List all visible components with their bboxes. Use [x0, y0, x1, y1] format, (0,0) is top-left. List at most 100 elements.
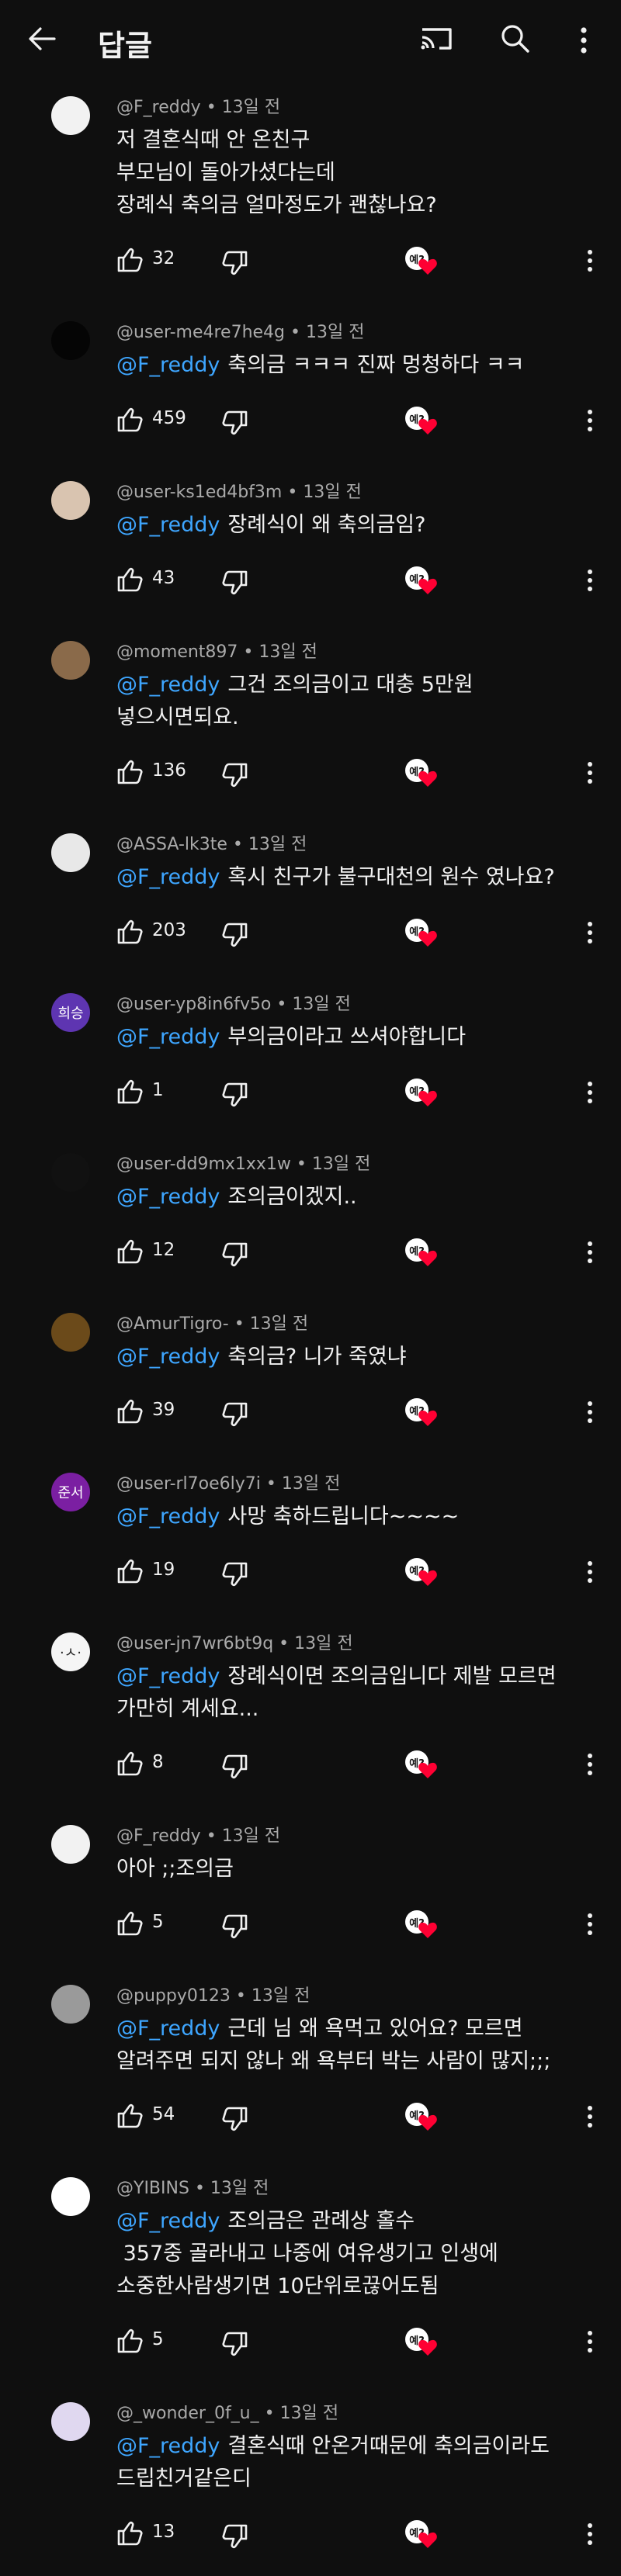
- thumbs-up-icon[interactable]: [116, 759, 144, 785]
- mention-link[interactable]: @F_reddy: [116, 353, 220, 377]
- avatar[interactable]: [51, 833, 90, 872]
- like-count: 8: [152, 1752, 164, 1772]
- search-icon[interactable]: [497, 20, 534, 57]
- mention-link[interactable]: @F_reddy: [116, 673, 220, 697]
- more-vertical-icon[interactable]: [573, 22, 595, 59]
- comment-actions: 5 예?: [116, 2322, 621, 2362]
- avatar[interactable]: [51, 1825, 90, 1864]
- comment-text: 아아 ;;조의금: [116, 1857, 234, 1881]
- thumbs-down-icon[interactable]: [220, 2331, 248, 2357]
- avatar[interactable]: 준서: [51, 1473, 90, 1511]
- comment-actions: 5 예?: [116, 1904, 621, 1944]
- comment-more-icon[interactable]: [582, 245, 598, 276]
- comment-more-icon[interactable]: [582, 1237, 598, 1268]
- avatar[interactable]: [51, 481, 90, 520]
- mention-link[interactable]: @F_reddy: [116, 2017, 220, 2041]
- thumbs-up-icon[interactable]: [116, 1750, 144, 1777]
- comment-author[interactable]: @F_reddy: [116, 1826, 201, 1846]
- comment-actions: 19 예?: [116, 1552, 621, 1592]
- comment-item: @moment897 • 13일 전 @F_reddy 그건 조의금이고 대충 5…: [0, 622, 621, 815]
- avatar[interactable]: [51, 1313, 90, 1352]
- comment-more-icon[interactable]: [582, 1556, 598, 1587]
- comment-author[interactable]: @moment897: [116, 642, 238, 662]
- comment-more-icon[interactable]: [582, 1397, 598, 1428]
- cast-icon[interactable]: [416, 20, 456, 57]
- comment-author[interactable]: @_wonder_0f_u_: [116, 2404, 259, 2423]
- thumbs-down-icon[interactable]: [220, 1754, 248, 1780]
- comment-author[interactable]: @user-me4re7he4g: [116, 323, 285, 342]
- comment-more-icon[interactable]: [582, 1909, 598, 1940]
- comment-author[interactable]: @ASSA-lk3te: [116, 835, 227, 854]
- thumbs-down-icon[interactable]: [220, 1082, 248, 1108]
- thumbs-up-icon[interactable]: [116, 566, 144, 593]
- avatar[interactable]: [51, 1153, 90, 1192]
- comment-text-block: @F_reddy 근데 님 왜 욕먹고 있어요? 모르면 알려주면 되지 않나 왜…: [116, 2013, 621, 2078]
- mention-link[interactable]: @F_reddy: [116, 1025, 220, 1049]
- thumbs-down-icon[interactable]: [220, 2106, 248, 2132]
- thumbs-up-icon[interactable]: [116, 1558, 144, 1584]
- back-arrow-icon[interactable]: [23, 20, 61, 57]
- avatar[interactable]: [51, 2402, 90, 2441]
- comment-author[interactable]: @puppy0123: [116, 1986, 231, 2006]
- comment-more-icon[interactable]: [582, 757, 598, 788]
- comment-meta: @user-jn7wr6bt9q • 13일 전: [116, 1633, 621, 1656]
- mention-link[interactable]: @F_reddy: [116, 513, 220, 537]
- thumbs-up-icon[interactable]: [116, 919, 144, 945]
- thumbs-down-icon[interactable]: [220, 570, 248, 596]
- mention-link[interactable]: @F_reddy: [116, 1664, 220, 1688]
- comment-author[interactable]: @F_reddy: [116, 98, 201, 117]
- thumbs-down-icon[interactable]: [220, 250, 248, 276]
- comment-author[interactable]: @AmurTigro-: [116, 1314, 229, 1334]
- thumbs-down-icon[interactable]: [220, 2523, 248, 2550]
- mention-link[interactable]: @F_reddy: [116, 865, 220, 889]
- thumbs-up-icon[interactable]: [116, 2103, 144, 2129]
- avatar[interactable]: ·ㅅ·: [51, 1633, 90, 1671]
- creator-heart-icon: 예?: [405, 919, 442, 953]
- mention-link[interactable]: @F_reddy: [116, 1345, 220, 1369]
- comment-more-icon[interactable]: [582, 2101, 598, 2132]
- thumbs-down-icon[interactable]: [220, 1561, 248, 1587]
- mention-link[interactable]: @F_reddy: [116, 1504, 220, 1529]
- avatar[interactable]: 희승: [51, 993, 90, 1032]
- mention-link[interactable]: @F_reddy: [116, 2209, 220, 2233]
- comment-more-icon[interactable]: [582, 1749, 598, 1780]
- comment-more-icon[interactable]: [582, 917, 598, 948]
- like-count: 39: [152, 1400, 175, 1420]
- comment-author[interactable]: @user-dd9mx1xx1w: [116, 1155, 291, 1174]
- thumbs-up-icon[interactable]: [116, 1238, 144, 1265]
- comment-author[interactable]: @user-jn7wr6bt9q: [116, 1634, 273, 1653]
- meta-separator: •: [206, 98, 222, 117]
- avatar[interactable]: [51, 2177, 90, 2216]
- comment-more-icon[interactable]: [582, 405, 598, 436]
- thumbs-up-icon[interactable]: [116, 2520, 144, 2547]
- comment-author[interactable]: @user-yp8in6fv5o: [116, 995, 271, 1014]
- avatar[interactable]: [51, 321, 90, 360]
- thumbs-down-icon[interactable]: [220, 1913, 248, 1940]
- thumbs-up-icon[interactable]: [116, 1079, 144, 1105]
- thumbs-down-icon[interactable]: [220, 762, 248, 788]
- comment-more-icon[interactable]: [582, 1077, 598, 1108]
- thumbs-up-icon[interactable]: [116, 1398, 144, 1425]
- meta-separator: •: [265, 1474, 282, 1494]
- thumbs-up-icon[interactable]: [116, 2328, 144, 2354]
- mention-link[interactable]: @F_reddy: [116, 1185, 220, 1209]
- creator-heart-icon: 예?: [405, 1079, 442, 1113]
- comment-more-icon[interactable]: [582, 2326, 598, 2357]
- thumbs-up-icon[interactable]: [116, 1910, 144, 1937]
- comment-more-icon[interactable]: [582, 2519, 598, 2550]
- comment-more-icon[interactable]: [582, 565, 598, 596]
- mention-link[interactable]: @F_reddy: [116, 2434, 220, 2458]
- avatar[interactable]: [51, 1985, 90, 2024]
- thumbs-down-icon[interactable]: [220, 410, 248, 436]
- creator-heart-icon: 예?: [405, 1750, 442, 1785]
- thumbs-down-icon[interactable]: [220, 922, 248, 948]
- thumbs-up-icon[interactable]: [116, 247, 144, 273]
- comment-author[interactable]: @YIBINS: [116, 2179, 189, 2198]
- thumbs-down-icon[interactable]: [220, 1241, 248, 1268]
- thumbs-up-icon[interactable]: [116, 407, 144, 433]
- comment-author[interactable]: @user-rl7oe6ly7i: [116, 1474, 261, 1494]
- avatar[interactable]: [51, 96, 90, 135]
- avatar[interactable]: [51, 641, 90, 680]
- thumbs-down-icon[interactable]: [220, 1401, 248, 1428]
- comment-author[interactable]: @user-ks1ed4bf3m: [116, 483, 282, 502]
